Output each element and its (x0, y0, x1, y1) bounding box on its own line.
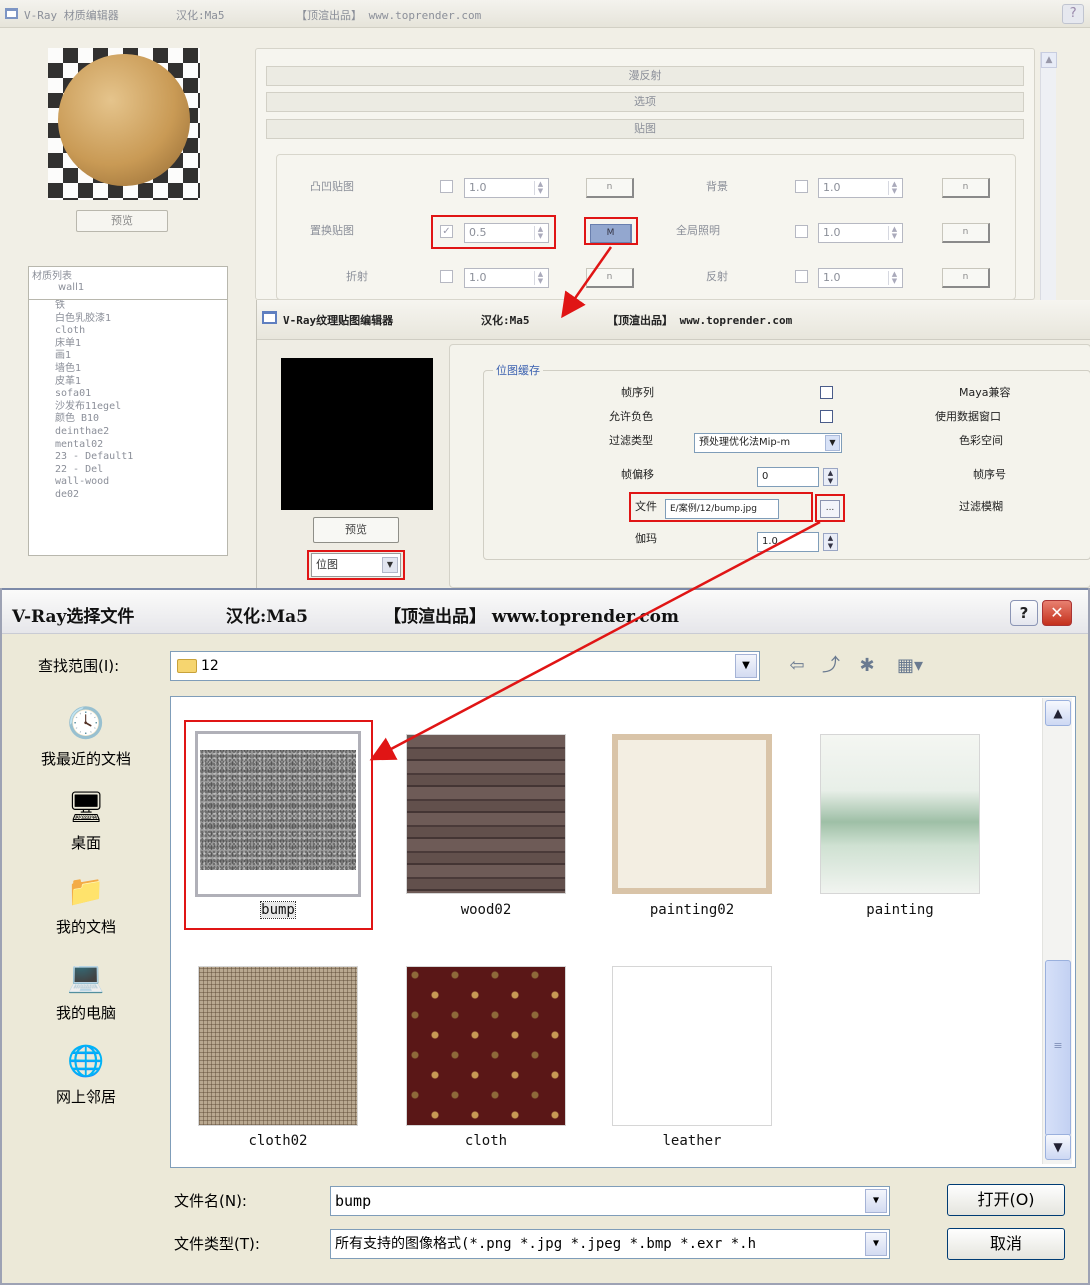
arrow-to-texture-editor (561, 246, 613, 319)
arrow-to-file-dialog (369, 520, 821, 761)
annotation-arrows (369, 246, 821, 761)
